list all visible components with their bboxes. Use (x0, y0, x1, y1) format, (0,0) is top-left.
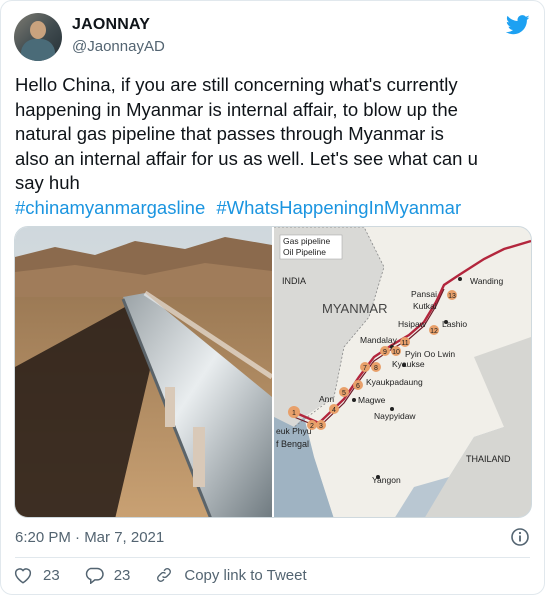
author-handle[interactable]: @JaonnayAD (72, 38, 165, 55)
legend-gas: Gas pipeline (283, 236, 331, 246)
pipeline-photo[interactable] (15, 227, 272, 517)
reply-icon (85, 567, 104, 584)
copy-link-button[interactable]: Copy link to Tweet (154, 566, 307, 584)
svg-text:5: 5 (342, 390, 346, 397)
svg-text:1: 1 (292, 410, 296, 417)
tweet-line: also an internal affair for us as well. … (15, 147, 478, 169)
svg-text:10: 10 (392, 349, 400, 356)
info-icon[interactable] (510, 527, 530, 547)
pipeline-marker: 9 (380, 346, 390, 356)
pipeline-marker: 12 (429, 325, 439, 335)
action-bar: 23 23 Copy link to Tweet (13, 566, 331, 584)
pipeline-marker: 1 (288, 406, 300, 418)
pipeline-photo-image (15, 227, 272, 517)
place-kyaukse: Kyaukse (392, 359, 425, 369)
label-india: INDIA (282, 276, 306, 286)
reply-count: 23 (113, 566, 131, 584)
place-pyin-oo-lwin: Pyin Oo Lwin (405, 349, 455, 359)
avatar-head (30, 21, 46, 39)
label-myanmar: MYANMAR (322, 301, 387, 316)
label-thailand: THAILAND (466, 454, 511, 464)
pipeline-map-image: Gas pipeline Oil Pipeline INDIA MYANMAR … (274, 227, 531, 517)
pipeline-marker: 13 (447, 290, 457, 300)
hashtag-link[interactable]: #chinamyanmargasline (15, 197, 205, 218)
place-pansai: Pansai (411, 289, 437, 299)
author-name[interactable]: JAONNAY (72, 16, 150, 34)
pipeline-map[interactable]: Gas pipeline Oil Pipeline INDIA MYANMAR … (272, 227, 531, 517)
label-bay: f Bengal (276, 439, 309, 449)
pipeline-marker: 5 (339, 387, 349, 397)
tweet-line: Hello China, if you are still concerning… (15, 74, 458, 95)
pipeline-marker: 4 (329, 404, 339, 414)
tweet-media[interactable]: Gas pipeline Oil Pipeline INDIA MYANMAR … (14, 226, 532, 518)
tweet-text: Hello China, if you are still concerning… (15, 73, 535, 220)
divider (15, 557, 530, 558)
svg-text:2: 2 (310, 423, 314, 430)
reply-button[interactable]: 23 (84, 566, 131, 584)
like-count: 23 (43, 566, 60, 584)
hashtag-link[interactable]: #WhatsHappeningInMyanmar (216, 197, 461, 218)
svg-text:12: 12 (430, 328, 438, 335)
avatar[interactable] (14, 13, 62, 61)
twitter-bird-icon[interactable] (506, 15, 530, 35)
place-wanding: Wanding (470, 276, 504, 286)
pipeline-marker: 3 (316, 420, 326, 430)
place-hsipaw: Hsipaw (398, 319, 427, 329)
svg-text:11: 11 (401, 340, 408, 347)
tweet-line: natural gas pipeline that passes through… (15, 123, 444, 144)
tweet-card: JAONNAY @JaonnayAD Hello China, if you a… (0, 0, 545, 595)
pipeline-marker: 7 (360, 362, 370, 372)
place-kyaukpadaung: Kyaukpadaung (366, 377, 423, 387)
svg-text:9: 9 (383, 349, 387, 356)
tweet-line: say huh (15, 172, 80, 193)
pipeline-marker: 10 (391, 346, 401, 356)
copy-link-label: Copy link to Tweet (184, 566, 307, 584)
svg-text:4: 4 (332, 407, 336, 414)
heart-icon (14, 568, 32, 584)
avatar-body (21, 39, 55, 61)
link-icon (157, 568, 172, 582)
pipeline-marker: 6 (353, 380, 363, 390)
svg-text:13: 13 (448, 293, 456, 300)
svg-text:3: 3 (319, 423, 323, 430)
place-naypyidaw: Naypyidaw (374, 411, 416, 421)
pipeline-marker: 11 (400, 337, 410, 347)
place-magwe: Magwe (358, 395, 386, 405)
place-ann: Ann (319, 394, 334, 404)
svg-text:7: 7 (363, 365, 367, 372)
legend-oil: Oil Pipeline (283, 247, 326, 257)
svg-text:6: 6 (356, 383, 360, 390)
svg-text:8: 8 (374, 365, 378, 372)
like-button[interactable]: 23 (13, 566, 60, 584)
tweet-line: happening in Myanmar is internal affair,… (15, 98, 458, 120)
hashtag-row: #chinamyanmargasline #WhatsHappeningInMy… (15, 196, 535, 221)
place-kutkai: Kutkai (413, 301, 437, 311)
pipeline-marker: 8 (371, 362, 381, 372)
place-kyauk-phyu: euk Phyu (276, 426, 312, 436)
pipeline-marker: 2 (307, 420, 317, 430)
place-mandalay: Mandalay (360, 335, 398, 345)
tweet-timestamp[interactable]: 6:20 PM · Mar 7, 2021 (15, 529, 164, 546)
